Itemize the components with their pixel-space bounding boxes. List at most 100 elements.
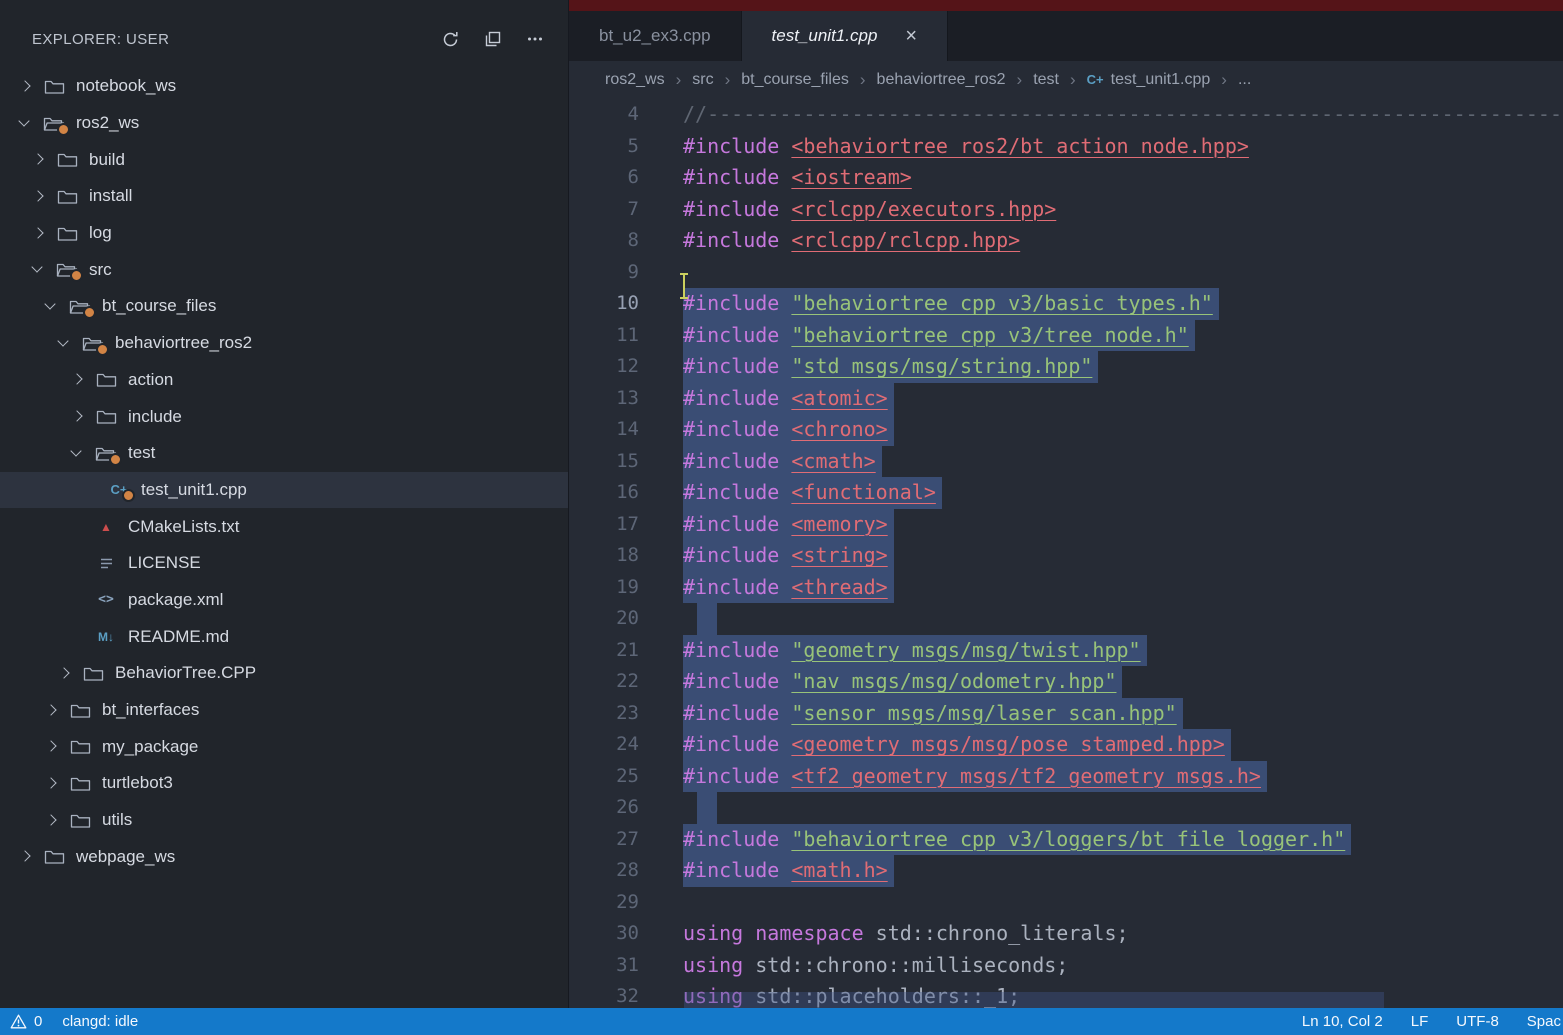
code-line-6[interactable]: 6#include <iostream> — [569, 162, 1563, 194]
code-line-31[interactable]: 31using std::chrono::milliseconds; — [569, 950, 1563, 982]
line-number[interactable]: 27 — [569, 824, 639, 856]
horizontal-scrollbar[interactable] — [684, 992, 1384, 1008]
line-number[interactable]: 23 — [569, 698, 639, 730]
code-line-15[interactable]: 15#include <cmath> — [569, 446, 1563, 478]
code-line-9[interactable]: 9 — [569, 257, 1563, 289]
line-number[interactable]: 30 — [569, 918, 639, 950]
tree-item-install[interactable]: install — [0, 178, 568, 215]
code-line-7[interactable]: 7#include <rclcpp/executors.hpp> — [569, 194, 1563, 226]
line-number[interactable]: 26 — [569, 792, 639, 824]
line-number[interactable]: 18 — [569, 540, 639, 572]
tree-item-package.xml[interactable]: <>package.xml — [0, 582, 568, 619]
code-line-19[interactable]: 19#include <thread> — [569, 572, 1563, 604]
status-eol[interactable]: LF — [1411, 1013, 1429, 1030]
tab-test_unit1.cpp[interactable]: test_unit1.cpp× — [742, 11, 949, 61]
line-number[interactable]: 15 — [569, 446, 639, 478]
code-line-23[interactable]: 23#include "sensor_msgs/msg/laser_scan.h… — [569, 698, 1563, 730]
breadcrumb-behaviortree_ros2[interactable]: behaviortree_ros2 — [877, 71, 1006, 89]
code-line-4[interactable]: 4//-------------------------------------… — [569, 99, 1563, 131]
tree-item-action[interactable]: action — [0, 362, 568, 399]
line-number[interactable]: 14 — [569, 414, 639, 446]
tree-item-README.md[interactable]: M↓README.md — [0, 618, 568, 655]
tree-item-bt_interfaces[interactable]: bt_interfaces — [0, 692, 568, 729]
tree-item-BehaviorTree.CPP[interactable]: BehaviorTree.CPP — [0, 655, 568, 692]
status-cursor-position[interactable]: Ln 10, Col 2 — [1302, 1013, 1383, 1030]
tree-item-utils[interactable]: utils — [0, 802, 568, 839]
code-line-24[interactable]: 24#include <geometry_msgs/msg/pose_stamp… — [569, 729, 1563, 761]
code-line-22[interactable]: 22#include "nav_msgs/msg/odometry.hpp" — [569, 666, 1563, 698]
line-number[interactable]: 4 — [569, 99, 639, 131]
code-line-17[interactable]: 17#include <memory> — [569, 509, 1563, 541]
code-line-30[interactable]: 30using namespace std::chrono_literals; — [569, 918, 1563, 950]
code-line-11[interactable]: 11#include "behaviortree_cpp_v3/tree_nod… — [569, 320, 1563, 352]
tree-item-build[interactable]: build — [0, 141, 568, 178]
code-line-18[interactable]: 18#include <string> — [569, 540, 1563, 572]
line-number[interactable]: 29 — [569, 887, 639, 919]
tree-item-CMakeLists.txt[interactable]: ▲CMakeLists.txt — [0, 508, 568, 545]
tree-item-webpage_ws[interactable]: webpage_ws — [0, 838, 568, 875]
breadcrumb-...[interactable]: ... — [1238, 71, 1251, 89]
more-actions-icon[interactable] — [526, 30, 544, 48]
line-number[interactable]: 20 — [569, 603, 639, 635]
tab-bt_u2_ex3.cpp[interactable]: bt_u2_ex3.cpp — [569, 11, 742, 61]
line-number[interactable]: 13 — [569, 383, 639, 415]
breadcrumb-test_unit1.cpp[interactable]: C+test_unit1.cpp — [1087, 71, 1211, 89]
code-line-20[interactable]: 20 — [569, 603, 1563, 635]
tree-item-test[interactable]: test — [0, 435, 568, 472]
code-line-5[interactable]: 5#include <behaviortree_ros2/bt_action_n… — [569, 131, 1563, 163]
code-line-29[interactable]: 29 — [569, 887, 1563, 919]
breadcrumb-ros2_ws[interactable]: ros2_ws — [605, 71, 665, 89]
tree-item-behaviortree_ros2[interactable]: behaviortree_ros2 — [0, 325, 568, 362]
close-icon[interactable]: × — [905, 26, 917, 46]
line-number[interactable]: 21 — [569, 635, 639, 667]
code-line-16[interactable]: 16#include <functional> — [569, 477, 1563, 509]
code-line-13[interactable]: 13#include <atomic> — [569, 383, 1563, 415]
line-number[interactable]: 9 — [569, 257, 639, 289]
line-number[interactable]: 19 — [569, 572, 639, 604]
tree-item-src[interactable]: src — [0, 251, 568, 288]
line-number[interactable]: 6 — [569, 162, 639, 194]
line-number[interactable]: 16 — [569, 477, 639, 509]
code-line-8[interactable]: 8#include <rclcpp/rclcpp.hpp> — [569, 225, 1563, 257]
line-number[interactable]: 17 — [569, 509, 639, 541]
tree-item-my_package[interactable]: my_package — [0, 728, 568, 765]
line-number[interactable]: 5 — [569, 131, 639, 163]
line-number[interactable]: 24 — [569, 729, 639, 761]
status-encoding[interactable]: UTF-8 — [1456, 1013, 1499, 1030]
tree-item-include[interactable]: include — [0, 398, 568, 435]
line-number[interactable]: 28 — [569, 855, 639, 887]
breadcrumb-src[interactable]: src — [692, 71, 713, 89]
line-number[interactable]: 22 — [569, 666, 639, 698]
code-line-10[interactable]: 10#include "behaviortree_cpp_v3/basic_ty… — [569, 288, 1563, 320]
status-indentation[interactable]: Spac — [1527, 1013, 1561, 1030]
copy-icon[interactable] — [484, 30, 502, 48]
code-line-27[interactable]: 27#include "behaviortree_cpp_v3/loggers/… — [569, 824, 1563, 856]
line-number[interactable]: 25 — [569, 761, 639, 793]
status-problems[interactable]: 0 — [10, 1013, 42, 1030]
tree-item-turtlebot3[interactable]: turtlebot3 — [0, 765, 568, 802]
tree-item-LICENSE[interactable]: LICENSE — [0, 545, 568, 582]
tree-item-ros2_ws[interactable]: ros2_ws — [0, 105, 568, 142]
code-line-25[interactable]: 25#include <tf2_geometry_msgs/tf2_geomet… — [569, 761, 1563, 793]
breadcrumb[interactable]: ros2_ws›src›bt_course_files›behaviortree… — [569, 61, 1563, 99]
code-line-28[interactable]: 28#include <math.h> — [569, 855, 1563, 887]
line-number[interactable]: 32 — [569, 981, 639, 1008]
line-number[interactable]: 10 — [569, 288, 639, 320]
line-number[interactable]: 7 — [569, 194, 639, 226]
code-line-14[interactable]: 14#include <chrono> — [569, 414, 1563, 446]
status-language-server[interactable]: clangd: idle — [62, 1013, 138, 1030]
tree-item-log[interactable]: log — [0, 215, 568, 252]
tree-item-test_unit1.cpp[interactable]: C+test_unit1.cpp — [0, 472, 568, 509]
refresh-icon[interactable] — [441, 30, 460, 49]
code-line-12[interactable]: 12#include "std_msgs/msg/string.hpp" — [569, 351, 1563, 383]
tree-item-bt_course_files[interactable]: bt_course_files — [0, 288, 568, 325]
breadcrumb-test[interactable]: test — [1033, 71, 1059, 89]
line-number[interactable]: 12 — [569, 351, 639, 383]
line-number[interactable]: 8 — [569, 225, 639, 257]
code-line-21[interactable]: 21#include "geometry_msgs/msg/twist.hpp" — [569, 635, 1563, 667]
tree-item-notebook_ws[interactable]: notebook_ws — [0, 68, 568, 105]
line-number[interactable]: 11 — [569, 320, 639, 352]
breadcrumb-bt_course_files[interactable]: bt_course_files — [741, 71, 849, 89]
line-number[interactable]: 31 — [569, 950, 639, 982]
code-line-26[interactable]: 26 — [569, 792, 1563, 824]
